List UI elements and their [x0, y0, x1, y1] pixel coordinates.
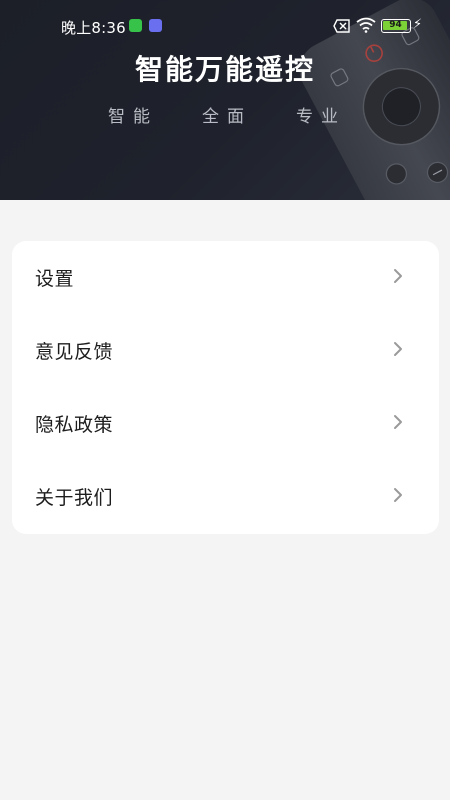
- app-icon: [149, 19, 162, 32]
- clock: 晚上8:36: [61, 19, 126, 37]
- menu-item-label: 意见反馈: [35, 341, 114, 363]
- menu-item-label: 隐私政策: [35, 414, 114, 436]
- tagline-row: 智能 全面 专业: [0, 102, 450, 127]
- chevron-right-icon: [394, 488, 402, 502]
- header-banner: 晚上8:36 94 ⚡ 智能万能遥控 智能 全面 专业: [0, 0, 450, 200]
- app-screen: 晚上8:36 94 ⚡ 智能万能遥控 智能 全面 专业 设置 意见反馈 隐私政策…: [0, 0, 450, 800]
- chevron-right-icon: [394, 269, 402, 283]
- message-app-icon: [129, 19, 142, 32]
- menu-item-label: 关于我们: [35, 487, 114, 509]
- menu-item-feedback[interactable]: 意见反馈: [12, 314, 439, 387]
- charging-bolt-icon: ⚡: [413, 17, 423, 32]
- tagline-professional: 专业: [296, 107, 346, 127]
- battery-icon: 94: [381, 19, 411, 33]
- wifi-icon: [356, 17, 376, 33]
- tagline-smart: 智能: [108, 107, 158, 127]
- app-title: 智能万能遥控: [134, 53, 315, 86]
- settings-menu-card: 设置 意见反馈 隐私政策 关于我们: [12, 241, 439, 534]
- sim-blocked-icon: [333, 19, 350, 33]
- chevron-right-icon: [394, 415, 402, 429]
- status-bar: 晚上8:36 94 ⚡: [0, 0, 450, 52]
- menu-item-about-us[interactable]: 关于我们: [12, 460, 439, 533]
- battery-level: 94: [389, 20, 402, 30]
- menu-item-label: 设置: [35, 268, 75, 290]
- tagline-comprehensive: 全面: [202, 107, 252, 127]
- menu-item-settings[interactable]: 设置: [12, 241, 439, 314]
- chevron-right-icon: [394, 342, 402, 356]
- menu-item-privacy-policy[interactable]: 隐私政策: [12, 387, 439, 460]
